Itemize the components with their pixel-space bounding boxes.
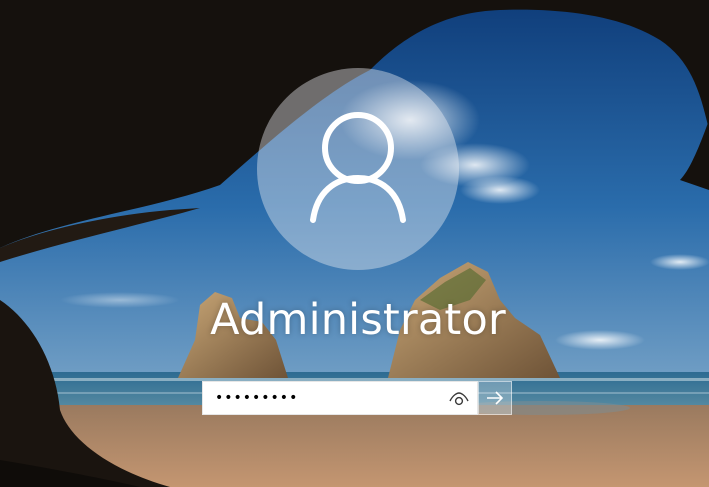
user-icon bbox=[310, 112, 406, 223]
user-avatar bbox=[257, 68, 459, 270]
submit-button[interactable] bbox=[478, 381, 512, 415]
lock-screen: Administrator ••••••••• bbox=[0, 0, 709, 487]
user-name: Administrator bbox=[210, 295, 506, 345]
sign-in-row: ••••••••• bbox=[202, 381, 512, 415]
password-masked-value: ••••••••• bbox=[215, 390, 299, 406]
arrow-right-icon bbox=[487, 391, 504, 405]
password-field[interactable]: ••••••••• bbox=[202, 381, 478, 415]
eye-icon[interactable] bbox=[449, 390, 469, 408]
